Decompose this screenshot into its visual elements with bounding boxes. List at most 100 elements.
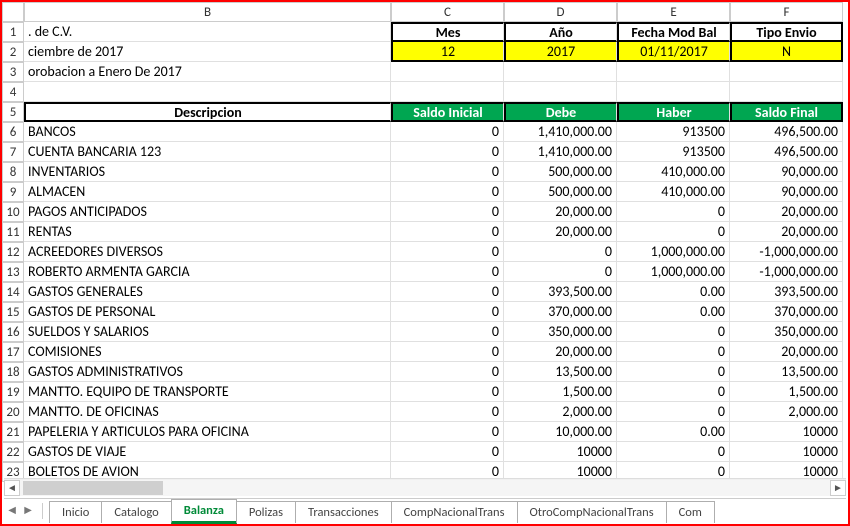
cell-saldo-inicial-11[interactable]: 0: [391, 222, 504, 242]
cell-haber-9[interactable]: 410,000.00: [617, 182, 730, 202]
cell-saldo-inicial-17[interactable]: 0: [391, 342, 504, 362]
cell-haber-7[interactable]: 913500: [617, 142, 730, 162]
cell-e1[interactable]: Fecha Mod Bal: [617, 22, 730, 42]
cell-c2[interactable]: 12: [391, 42, 504, 62]
cell-saldo-inicial-19[interactable]: 0: [391, 382, 504, 402]
cell-saldo-inicial-13[interactable]: 0: [391, 262, 504, 282]
cell-haber-12[interactable]: 1,000,000.00: [617, 242, 730, 262]
column-header-C[interactable]: C: [391, 2, 504, 22]
cell-debe-11[interactable]: 20,000.00: [504, 222, 617, 242]
row-header-21[interactable]: 21: [2, 422, 24, 442]
sheet-tab-catalogo[interactable]: Catalogo: [101, 501, 171, 523]
column-header-B[interactable]: B: [24, 2, 391, 22]
column-header-D[interactable]: D: [504, 2, 617, 22]
header-saldo-inicial[interactable]: Saldo Inicial: [391, 102, 504, 122]
cell-saldo-inicial-21[interactable]: 0: [391, 422, 504, 442]
row-header-3[interactable]: 3: [2, 62, 24, 82]
cell-debe-18[interactable]: 13,500.00: [504, 362, 617, 382]
cell-debe-12[interactable]: 0: [504, 242, 617, 262]
cell-saldo-final-21[interactable]: 10000: [730, 422, 843, 442]
cell-empty-r4-2[interactable]: [504, 82, 617, 102]
cell-saldo-final-7[interactable]: 496,500.00: [730, 142, 843, 162]
cell-haber-16[interactable]: 0: [617, 322, 730, 342]
cell-haber-17[interactable]: 0: [617, 342, 730, 362]
tab-nav-next[interactable]: ►: [22, 500, 34, 522]
cell-saldo-final-17[interactable]: 20,000.00: [730, 342, 843, 362]
cell-desc-22[interactable]: GASTOS DE VIAJE: [24, 442, 391, 462]
column-header-F[interactable]: F: [730, 2, 843, 22]
cell-saldo-inicial-8[interactable]: 0: [391, 162, 504, 182]
row-header-15[interactable]: 15: [2, 302, 24, 322]
cell-saldo-inicial-20[interactable]: 0: [391, 402, 504, 422]
cell-b2[interactable]: ciembre de 2017: [24, 42, 391, 62]
cell-desc-10[interactable]: PAGOS ANTICIPADOS: [24, 202, 391, 222]
row-header-1[interactable]: 1: [2, 22, 24, 42]
sheet-tab-inicio[interactable]: Inicio: [49, 501, 102, 523]
scroll-track[interactable]: [20, 480, 830, 496]
row-header-7[interactable]: 7: [2, 142, 24, 162]
cell-debe-10[interactable]: 20,000.00: [504, 202, 617, 222]
select-all-corner[interactable]: [2, 2, 24, 22]
cell-saldo-inicial-22[interactable]: 0: [391, 442, 504, 462]
spreadsheet-grid[interactable]: BCDEF1. de C.V.MesAñoFecha Mod BalTipo E…: [2, 2, 848, 482]
cell-desc-7[interactable]: CUENTA BANCARIA 123: [24, 142, 391, 162]
sheet-tab-compnacionaltrans[interactable]: CompNacionalTrans: [391, 501, 518, 523]
cell-saldo-final-13[interactable]: -1,000,000.00: [730, 262, 843, 282]
cell-haber-18[interactable]: 0: [617, 362, 730, 382]
cell-empty-r4-0[interactable]: [24, 82, 391, 102]
cell-saldo-final-8[interactable]: 90,000.00: [730, 162, 843, 182]
cell-saldo-final-18[interactable]: 13,500.00: [730, 362, 843, 382]
row-header-16[interactable]: 16: [2, 322, 24, 342]
row-header-17[interactable]: 17: [2, 342, 24, 362]
cell-debe-8[interactable]: 500,000.00: [504, 162, 617, 182]
cell-desc-12[interactable]: ACREEDORES DIVERSOS: [24, 242, 391, 262]
cell-saldo-final-14[interactable]: 393,500.00: [730, 282, 843, 302]
cell-d2[interactable]: 2017: [504, 42, 617, 62]
cell-desc-19[interactable]: MANTTO. EQUIPO DE TRANSPORTE: [24, 382, 391, 402]
cell-desc-11[interactable]: RENTAS: [24, 222, 391, 242]
cell-e2[interactable]: 01/11/2017: [617, 42, 730, 62]
cell-haber-14[interactable]: 0.00: [617, 282, 730, 302]
cell-saldo-inicial-12[interactable]: 0: [391, 242, 504, 262]
cell-desc-16[interactable]: SUELDOS Y SALARIOS: [24, 322, 391, 342]
scroll-left-button[interactable]: ◄: [4, 480, 20, 496]
row-header-9[interactable]: 9: [2, 182, 24, 202]
row-header-5[interactable]: 5: [2, 102, 24, 122]
cell-haber-6[interactable]: 913500: [617, 122, 730, 142]
cell-debe-13[interactable]: 0: [504, 262, 617, 282]
cell-saldo-final-19[interactable]: 1,500.00: [730, 382, 843, 402]
row-header-8[interactable]: 8: [2, 162, 24, 182]
cell-debe-7[interactable]: 1,410,000.00: [504, 142, 617, 162]
row-header-22[interactable]: 22: [2, 442, 24, 462]
row-header-13[interactable]: 13: [2, 262, 24, 282]
cell-debe-9[interactable]: 500,000.00: [504, 182, 617, 202]
cell-empty-r3-1[interactable]: [504, 62, 617, 82]
cell-b1[interactable]: . de C.V.: [24, 22, 391, 42]
cell-saldo-final-9[interactable]: 90,000.00: [730, 182, 843, 202]
cell-saldo-inicial-9[interactable]: 0: [391, 182, 504, 202]
row-header-12[interactable]: 12: [2, 242, 24, 262]
cell-desc-21[interactable]: PAPELERIA Y ARTICULOS PARA OFICINA: [24, 422, 391, 442]
row-header-11[interactable]: 11: [2, 222, 24, 242]
cell-haber-11[interactable]: 0: [617, 222, 730, 242]
cell-empty-r4-1[interactable]: [391, 82, 504, 102]
row-header-20[interactable]: 20: [2, 402, 24, 422]
cell-saldo-inicial-18[interactable]: 0: [391, 362, 504, 382]
column-header-E[interactable]: E: [617, 2, 730, 22]
cell-f2[interactable]: N: [730, 42, 843, 62]
cell-d1[interactable]: Año: [504, 22, 617, 42]
cell-debe-17[interactable]: 20,000.00: [504, 342, 617, 362]
cell-desc-15[interactable]: GASTOS DE PERSONAL: [24, 302, 391, 322]
cell-saldo-inicial-15[interactable]: 0: [391, 302, 504, 322]
header-descripcion[interactable]: Descripcion: [24, 102, 391, 122]
scroll-thumb[interactable]: [23, 481, 163, 495]
row-header-2[interactable]: 2: [2, 42, 24, 62]
cell-desc-20[interactable]: MANTTO. DE OFICINAS: [24, 402, 391, 422]
cell-debe-6[interactable]: 1,410,000.00: [504, 122, 617, 142]
cell-haber-19[interactable]: 0: [617, 382, 730, 402]
header-saldo-final[interactable]: Saldo Final: [730, 102, 843, 122]
cell-saldo-final-22[interactable]: 10000: [730, 442, 843, 462]
cell-desc-14[interactable]: GASTOS GENERALES: [24, 282, 391, 302]
cell-haber-13[interactable]: 1,000,000.00: [617, 262, 730, 282]
cell-saldo-inicial-6[interactable]: 0: [391, 122, 504, 142]
